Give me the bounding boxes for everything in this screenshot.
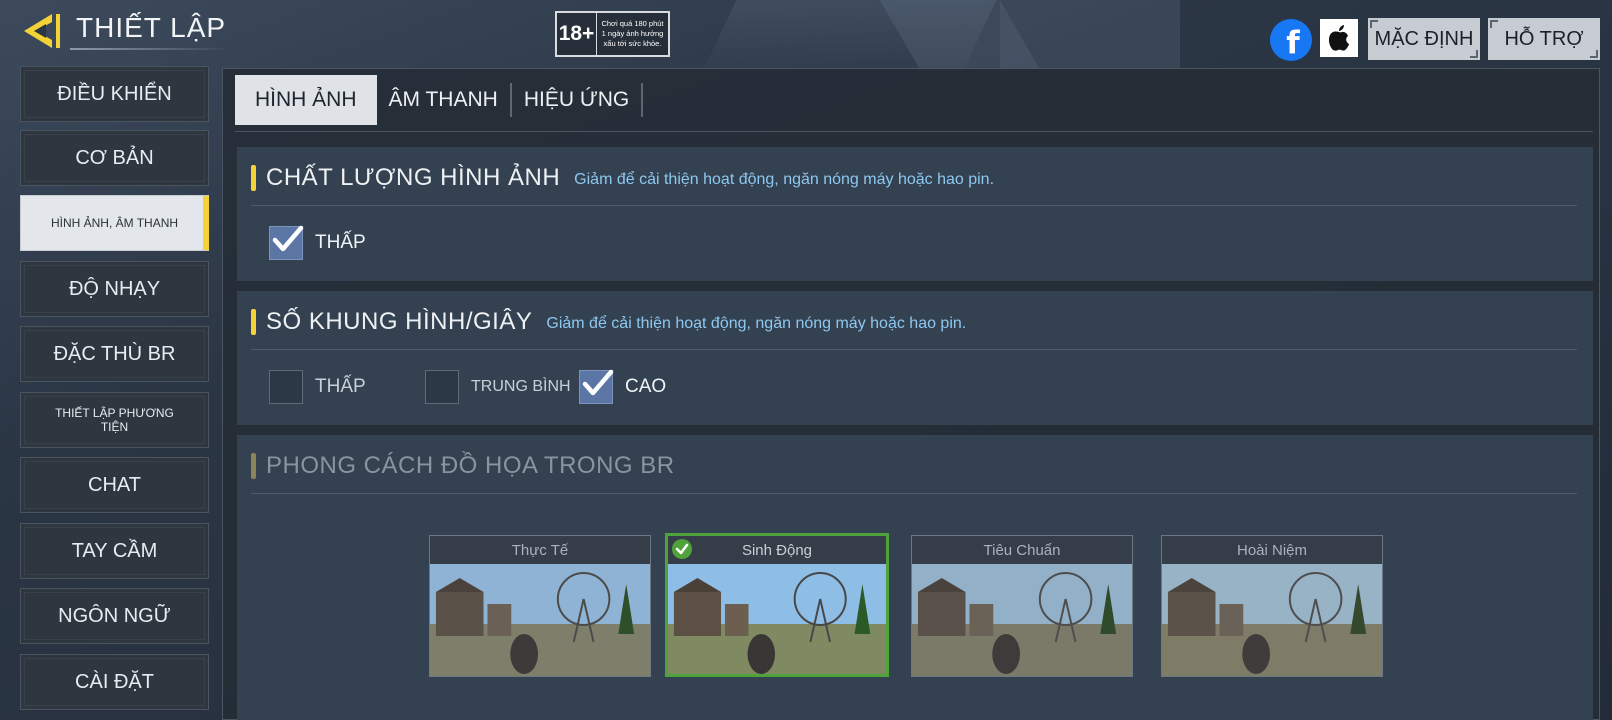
section-divider — [251, 205, 1577, 206]
facebook-icon: f — [1286, 25, 1300, 61]
sidebar-item-br-specific[interactable]: ĐẶC THÙ BR — [20, 326, 209, 382]
section-graphic-style: PHONG CÁCH ĐỒ HỌA TRONG BR Thực Tế Sinh … — [237, 435, 1593, 720]
fps-high-label: CAO — [625, 376, 667, 397]
section-divider — [251, 349, 1577, 350]
section-title: SỐ KHUNG HÌNH/GIÂY — [266, 308, 533, 335]
fps-medium-checkbox[interactable] — [425, 370, 459, 404]
apple-button[interactable] — [1320, 19, 1358, 57]
age-warning-text: Chơi quá 180 phút 1 ngày ảnh hưởng xấu t… — [601, 19, 664, 48]
sidebar-item-graphics-audio[interactable]: HÌNH ẢNH, ÂM THANH — [20, 195, 209, 251]
section-header: CHẤT LƯỢNG HÌNH ẢNH Giảm để cải thiện ho… — [251, 161, 994, 195]
age-rating-badge: 18+ Chơi quá 180 phút 1 ngày ảnh hưởng x… — [555, 11, 670, 57]
card-label: Thực Tế — [430, 536, 650, 564]
tab-graphics[interactable]: HÌNH ẢNH — [235, 75, 377, 125]
page-title: THIẾT LẬP — [76, 12, 227, 43]
apple-icon — [1328, 25, 1349, 51]
checkmark-icon — [272, 225, 304, 252]
style-preview-image — [1162, 564, 1382, 676]
sidebar-item-chat[interactable]: CHAT — [20, 457, 209, 513]
quality-option-low[interactable]: THẤP — [269, 225, 366, 260]
sidebar-item-basic[interactable]: CƠ BẢN — [20, 130, 209, 186]
card-label: Sinh Động — [668, 536, 886, 564]
sidebar-item-controls[interactable]: ĐIỀU KHIỂN — [20, 66, 209, 122]
style-preview-image — [430, 564, 650, 676]
section-description: Giảm để cải thiện hoạt động, ngăn nóng m… — [574, 171, 995, 188]
checkmark-icon — [582, 369, 614, 396]
style-card-vivid[interactable]: Sinh Động — [665, 533, 889, 677]
style-card-standard[interactable]: Tiêu Chuẩn — [911, 535, 1133, 677]
title-underline — [70, 48, 230, 50]
section-accent-bar — [251, 453, 256, 479]
section-description: Giảm để cải thiện hoạt động, ngăn nóng m… — [546, 315, 967, 332]
checkmark-icon — [672, 539, 692, 559]
section-accent-bar — [251, 165, 256, 191]
fps-medium-label: TRUNG BÌNH — [471, 378, 571, 395]
fps-option-medium[interactable]: TRUNG BÌNH — [425, 370, 571, 404]
age-rating: 18+ — [557, 13, 597, 55]
style-preview-image — [912, 564, 1132, 676]
back-button[interactable] — [20, 10, 62, 52]
tabs-divider-line — [235, 131, 1593, 132]
tab-effects[interactable]: HIỆU ỨNG — [512, 75, 641, 125]
quality-low-label: THẤP — [315, 232, 366, 253]
sidebar-item-install[interactable]: CÀI ĐẶT — [20, 654, 209, 710]
tab-divider — [641, 83, 644, 117]
style-preview-image — [668, 564, 886, 674]
sidebar-item-language[interactable]: NGÔN NGỮ — [20, 588, 209, 644]
default-button[interactable]: MẶC ĐỊNH — [1368, 18, 1480, 60]
support-button[interactable]: HỖ TRỢ — [1488, 18, 1600, 60]
fps-option-low[interactable]: THẤP — [269, 370, 366, 404]
section-graphics-quality: CHẤT LƯỢNG HÌNH ẢNH Giảm để cải thiện ho… — [237, 147, 1593, 281]
section-title: PHONG CÁCH ĐỒ HỌA TRONG BR — [266, 452, 675, 479]
fps-low-label: THẤP — [315, 376, 366, 397]
style-card-nostalgic[interactable]: Hoài Niệm — [1161, 535, 1383, 677]
style-card-realistic[interactable]: Thực Tế — [429, 535, 651, 677]
section-accent-bar — [251, 309, 256, 335]
card-label: Hoài Niệm — [1162, 536, 1382, 564]
tab-audio[interactable]: ÂM THANH — [377, 75, 510, 125]
back-arrow-icon — [24, 14, 60, 48]
fps-low-checkbox[interactable] — [269, 370, 303, 404]
section-header: PHONG CÁCH ĐỒ HỌA TRONG BR — [251, 449, 675, 483]
quality-low-checkbox[interactable] — [269, 225, 304, 260]
section-title: CHẤT LƯỢNG HÌNH ẢNH — [266, 164, 561, 191]
section-divider — [251, 493, 1577, 494]
sidebar-item-vehicle-settings[interactable]: THIẾT LẬP PHƯƠNG TIỆN — [20, 392, 209, 448]
sidebar-item-controller[interactable]: TAY CẦM — [20, 523, 209, 579]
sidebar-item-sensitivity[interactable]: ĐỘ NHẠY — [20, 261, 209, 317]
fps-high-checkbox[interactable] — [579, 369, 614, 404]
facebook-button[interactable]: f — [1270, 19, 1312, 61]
section-header: SỐ KHUNG HÌNH/GIÂY Giảm để cải thiện hoạ… — [251, 305, 966, 339]
card-label: Tiêu Chuẩn — [912, 536, 1132, 564]
tab-bar: HÌNH ẢNH ÂM THANH HIỆU ỨNG — [235, 75, 644, 125]
section-fps: SỐ KHUNG HÌNH/GIÂY Giảm để cải thiện hoạ… — [237, 291, 1593, 425]
settings-panel: HÌNH ẢNH ÂM THANH HIỆU ỨNG CHẤT LƯỢNG HÌ… — [222, 68, 1600, 720]
fps-option-high[interactable]: CAO — [579, 369, 667, 404]
